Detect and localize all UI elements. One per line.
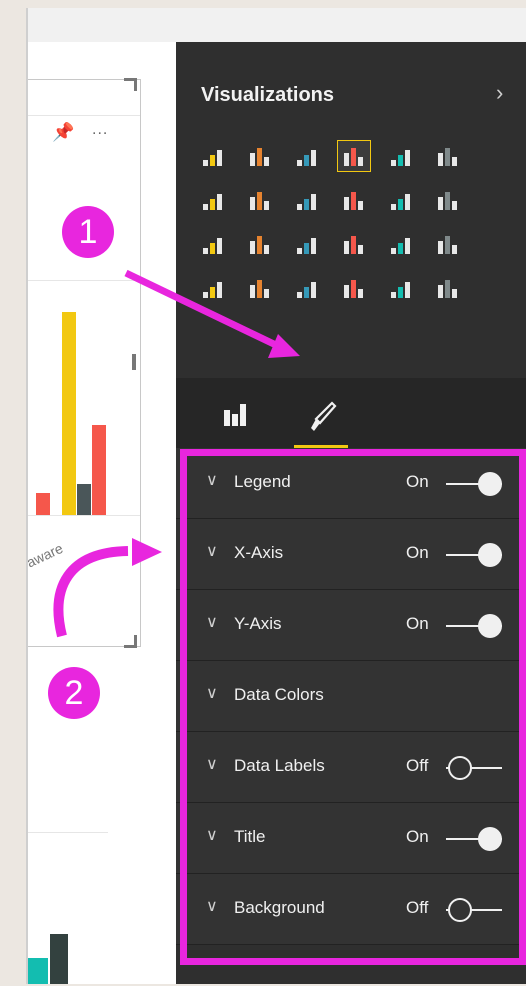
- arrow-2: [53, 546, 129, 638]
- arrow-2-head: [132, 538, 162, 566]
- highlight-box: [180, 449, 526, 965]
- step-badge-2: 2: [48, 667, 100, 719]
- arrow-1: [124, 269, 280, 350]
- step-badge-1: 1: [62, 206, 114, 258]
